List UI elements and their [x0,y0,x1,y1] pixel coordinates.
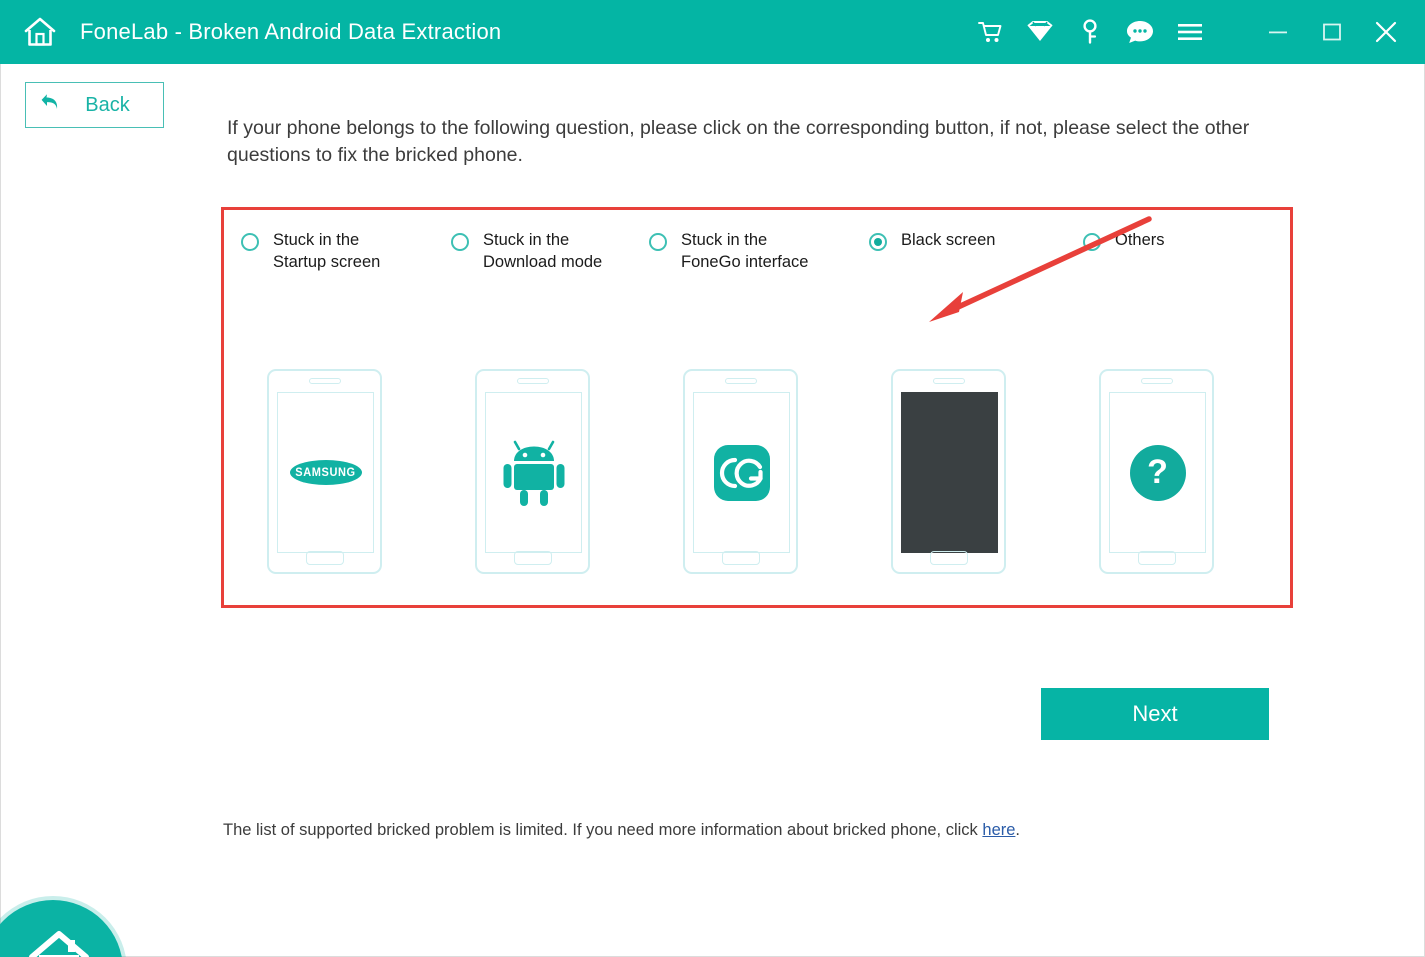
option-label: Black screen [901,229,995,251]
phone-speaker [725,378,757,384]
option-label: Others [1115,229,1165,251]
phone-slot-fonego-interface[interactable] [683,369,865,574]
fonego-logo-icon [714,445,770,501]
back-button[interactable]: Back [25,82,164,128]
close-button[interactable] [1369,15,1403,49]
phone-slot-black-screen[interactable] [891,369,1073,574]
footer-text-after: . [1015,821,1020,839]
question-mark-icon: ? [1130,445,1186,501]
question-mark-phone[interactable]: ? [1099,369,1214,574]
back-button-label: Back [64,94,163,117]
radio-fonego-interface[interactable] [649,233,667,251]
home-bubble-button[interactable] [0,900,123,957]
radio-black-screen[interactable] [869,233,887,251]
diamond-icon[interactable] [1025,17,1055,47]
menu-icon[interactable] [1175,17,1205,47]
phone-screen [485,392,582,553]
option-fonego-interface[interactable]: Stuck in the FoneGo interface [649,229,847,273]
phone-slot-download-mode[interactable] [475,369,657,574]
window-title: FoneLab - Broken Android Data Extraction [80,19,501,45]
problem-options-group: Stuck in the Startup screen Stuck in the… [241,229,1281,273]
android-robot-icon [501,437,567,509]
samsung-logo-text: SAMSUNG [295,466,355,479]
phone-screen [901,392,998,553]
phone-screen: SAMSUNG [277,392,374,553]
key-icon[interactable] [1075,17,1105,47]
chat-icon[interactable] [1125,17,1155,47]
footer-note: The list of supported bricked problem is… [223,821,1020,840]
phone-illustrations: SAMSUNG [241,369,1281,574]
footer-text-before: The list of supported bricked problem is… [223,821,982,839]
back-arrow-icon [38,92,64,118]
phone-speaker [517,378,549,384]
option-others[interactable]: Others [1083,229,1281,273]
content-area: Back If your phone belongs to the follow… [0,64,1425,957]
phone-speaker [309,378,341,384]
option-label: Stuck in the Download mode [483,229,623,273]
option-label: Stuck in the Startup screen [273,229,413,273]
android-robot-phone[interactable] [475,369,590,574]
question-mark-text: ? [1147,455,1168,489]
phone-slot-startup-screen[interactable]: SAMSUNG [267,369,449,574]
phone-speaker [1141,378,1173,384]
black-screen-phone[interactable] [891,369,1006,574]
radio-others[interactable] [1083,233,1101,251]
next-button[interactable]: Next [1041,688,1269,740]
option-download-mode[interactable]: Stuck in the Download mode [451,229,649,273]
title-bar-icons [975,15,1425,49]
app-home-icon[interactable] [18,10,62,54]
option-label: Stuck in the FoneGo interface [681,229,821,273]
house-icon [28,930,90,957]
phone-home-key [514,551,552,565]
samsung-logo-phone[interactable]: SAMSUNG [267,369,382,574]
maximize-button[interactable] [1315,15,1349,49]
option-black-screen[interactable]: Black screen [869,229,1067,273]
minimize-button[interactable] [1261,15,1295,49]
radio-download-mode[interactable] [451,233,469,251]
radio-startup-screen[interactable] [241,233,259,251]
here-link[interactable]: here [982,821,1015,839]
option-startup-screen[interactable]: Stuck in the Startup screen [241,229,439,273]
app-window: FoneLab - Broken Android Data Extraction [0,0,1425,957]
phone-home-key [1138,551,1176,565]
phone-home-key [930,551,968,565]
phone-speaker [933,378,965,384]
phone-slot-others[interactable]: ? [1099,369,1281,574]
cart-icon[interactable] [975,17,1005,47]
title-bar: FoneLab - Broken Android Data Extraction [0,0,1425,64]
instruction-text: If your phone belongs to the following q… [227,115,1257,169]
phone-home-key [306,551,344,565]
phone-screen [693,392,790,553]
samsung-logo-icon: SAMSUNG [290,460,362,485]
fonego-logo-phone[interactable] [683,369,798,574]
phone-home-key [722,551,760,565]
phone-screen: ? [1109,392,1206,553]
